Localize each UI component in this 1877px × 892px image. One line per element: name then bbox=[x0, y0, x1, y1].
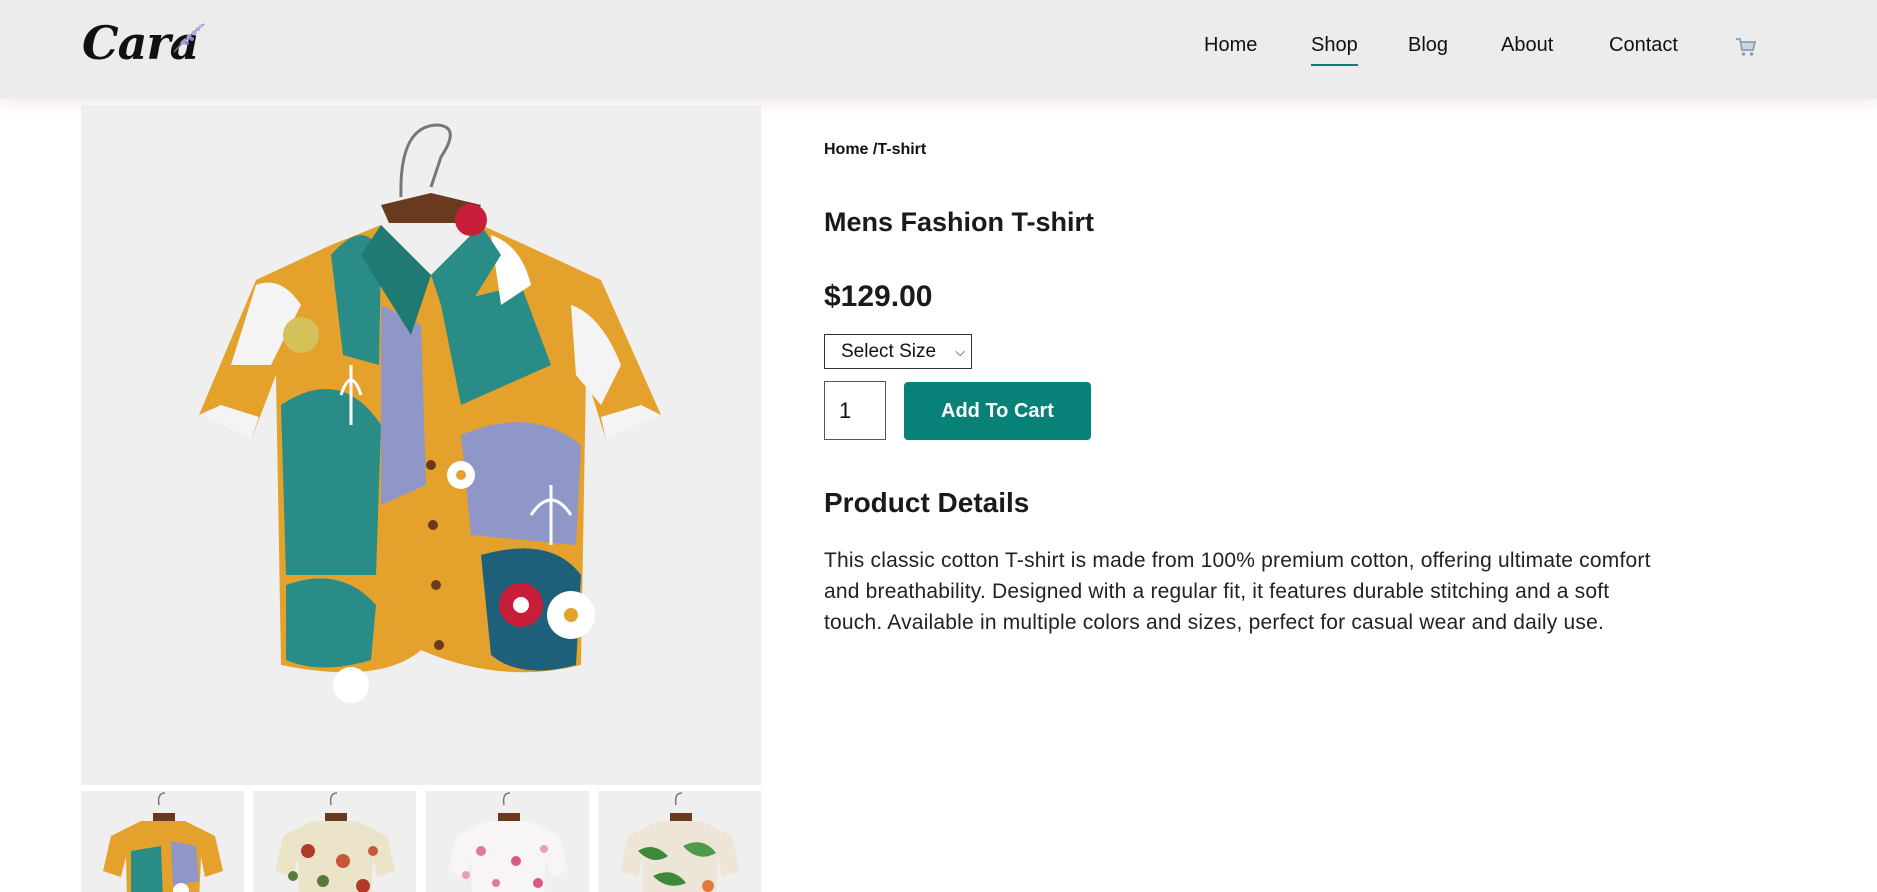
size-select[interactable]: Select Size ⌵ bbox=[824, 334, 972, 369]
logo[interactable]: Cara bbox=[82, 16, 212, 72]
product-title: Mens Fashion T-shirt bbox=[824, 207, 1095, 237]
add-to-cart-button[interactable]: Add To Cart bbox=[904, 382, 1091, 440]
size-select-value: Select Size bbox=[841, 341, 937, 362]
lavender-sprig-icon bbox=[173, 23, 205, 53]
nav-item-shop[interactable]: Shop bbox=[1311, 34, 1358, 66]
shopping-cart-icon[interactable] bbox=[1735, 36, 1757, 58]
quantity-value: 1 bbox=[839, 398, 852, 423]
chevron-down-icon: ⌵ bbox=[955, 344, 965, 359]
product-description: This classic cotton T-shirt is made from… bbox=[824, 549, 1651, 634]
shirt-illustration bbox=[81, 105, 761, 785]
thumbnail-3[interactable] bbox=[426, 791, 589, 892]
thumbnail-1[interactable] bbox=[81, 791, 244, 892]
product-thumbnails bbox=[81, 791, 761, 892]
quantity-input[interactable]: 1 bbox=[824, 381, 886, 440]
product-price: $129.00 bbox=[824, 280, 933, 313]
nav-item-about[interactable]: About bbox=[1501, 34, 1553, 57]
nav-item-contact[interactable]: Contact bbox=[1609, 34, 1678, 57]
thumbnail-4[interactable] bbox=[598, 791, 761, 892]
product-main-image[interactable] bbox=[81, 105, 761, 785]
nav-item-blog[interactable]: Blog bbox=[1408, 34, 1448, 57]
breadcrumb: Home /T-shirt bbox=[824, 141, 927, 158]
product-details-heading: Product Details bbox=[824, 487, 1030, 518]
nav-item-home[interactable]: Home bbox=[1204, 34, 1257, 57]
site-header: Cara Home Shop Blog About Contact bbox=[0, 0, 1877, 99]
thumbnail-2[interactable] bbox=[253, 791, 416, 892]
